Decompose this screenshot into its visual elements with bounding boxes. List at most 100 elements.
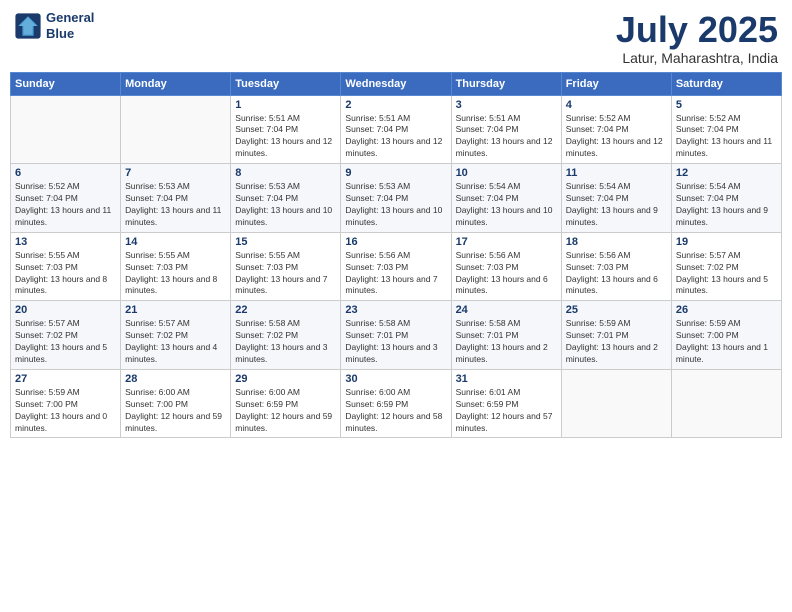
calendar-cell: 31 Sunrise: 6:01 AM Sunset: 6:59 PM Dayli… — [451, 369, 561, 438]
calendar-cell: 28Sunrise: 6:00 AM Sunset: 7:00 PM Dayli… — [121, 369, 231, 438]
day-info: Sunrise: 5:58 AM Sunset: 7:01 PM Dayligh… — [345, 318, 446, 366]
logo-text: General Blue — [46, 10, 94, 41]
day-info: Sunrise: 5:53 AM Sunset: 7:04 PM Dayligh… — [235, 181, 336, 229]
day-number: 15 — [235, 236, 336, 248]
day-number: 14 — [125, 236, 226, 248]
day-number: 25 — [566, 304, 667, 316]
title-section: July 2025 Latur, Maharashtra, India — [616, 10, 778, 66]
day-number: 5 — [676, 99, 777, 111]
weekday-header-saturday: Saturday — [671, 72, 781, 95]
calendar-cell — [561, 369, 671, 438]
day-number: 22 — [235, 304, 336, 316]
day-info: Sunrise: 5:53 AM Sunset: 7:04 PM Dayligh… — [345, 181, 446, 229]
day-info: Sunrise: 5:54 AM Sunset: 7:04 PM Dayligh… — [676, 181, 777, 229]
day-number: 10 — [456, 167, 557, 179]
day-info: Sunrise: 5:51 AM Sunset: 7:04 PM Dayligh… — [235, 113, 336, 161]
calendar-week-row: 13 Sunrise: 5:55 AM Sunset: 7:03 PM Dayli… — [11, 232, 782, 301]
day-number: 13 — [15, 236, 116, 248]
calendar-cell: 19 Sunrise: 5:57 AM Sunset: 7:02 PM Dayli… — [671, 232, 781, 301]
day-number: 8 — [235, 167, 336, 179]
day-info: Sunrise: 5:57 AM Sunset: 7:02 PM Dayligh… — [125, 318, 226, 366]
day-info: Sunrise: 5:59 AM Sunset: 7:00 PM Dayligh… — [15, 387, 116, 435]
day-info: Sunrise: 6:01 AM Sunset: 6:59 PM Dayligh… — [456, 387, 557, 435]
weekday-header-tuesday: Tuesday — [231, 72, 341, 95]
day-info: Sunrise: 5:55 AM Sunset: 7:03 PM Dayligh… — [125, 250, 226, 298]
logo-icon — [14, 12, 42, 40]
day-number: 9 — [345, 167, 446, 179]
location: Latur, Maharashtra, India — [616, 50, 778, 66]
calendar-cell: 10 Sunrise: 5:54 AM Sunset: 7:04 PM Dayli… — [451, 164, 561, 233]
calendar-cell: 29Sunrise: 6:00 AM Sunset: 6:59 PM Dayli… — [231, 369, 341, 438]
day-number: 31 — [456, 373, 557, 385]
day-number: 26 — [676, 304, 777, 316]
day-info: Sunrise: 5:55 AM Sunset: 7:03 PM Dayligh… — [235, 250, 336, 298]
day-number: 28 — [125, 373, 226, 385]
weekday-header-friday: Friday — [561, 72, 671, 95]
day-info: Sunrise: 5:52 AM Sunset: 7:04 PM Dayligh… — [676, 113, 777, 161]
calendar-cell: 12 Sunrise: 5:54 AM Sunset: 7:04 PM Dayli… — [671, 164, 781, 233]
calendar-cell: 1 Sunrise: 5:51 AM Sunset: 7:04 PM Daylig… — [231, 95, 341, 164]
day-info: Sunrise: 5:52 AM Sunset: 7:04 PM Dayligh… — [15, 181, 116, 229]
calendar-cell — [121, 95, 231, 164]
day-info: Sunrise: 5:54 AM Sunset: 7:04 PM Dayligh… — [456, 181, 557, 229]
calendar-cell: 2Sunrise: 5:51 AM Sunset: 7:04 PM Daylig… — [341, 95, 451, 164]
month-title: July 2025 — [616, 10, 778, 50]
day-info: Sunrise: 5:51 AM Sunset: 7:04 PM Dayligh… — [456, 113, 557, 161]
weekday-header-sunday: Sunday — [11, 72, 121, 95]
calendar-cell: 26 Sunrise: 5:59 AM Sunset: 7:00 PM Dayli… — [671, 301, 781, 370]
weekday-header-row: SundayMondayTuesdayWednesdayThursdayFrid… — [11, 72, 782, 95]
day-number: 19 — [676, 236, 777, 248]
calendar-cell: 30Sunrise: 6:00 AM Sunset: 6:59 PM Dayli… — [341, 369, 451, 438]
calendar-cell: 4Sunrise: 5:52 AM Sunset: 7:04 PM Daylig… — [561, 95, 671, 164]
weekday-header-monday: Monday — [121, 72, 231, 95]
calendar-cell: 27 Sunrise: 5:59 AM Sunset: 7:00 PM Dayli… — [11, 369, 121, 438]
weekday-header-wednesday: Wednesday — [341, 72, 451, 95]
calendar-cell: 22 Sunrise: 5:58 AM Sunset: 7:02 PM Dayli… — [231, 301, 341, 370]
day-number: 18 — [566, 236, 667, 248]
day-number: 20 — [15, 304, 116, 316]
day-info: Sunrise: 6:00 AM Sunset: 6:59 PM Dayligh… — [235, 387, 336, 435]
day-info: Sunrise: 5:51 AM Sunset: 7:04 PM Dayligh… — [345, 113, 446, 161]
calendar-cell: 6 Sunrise: 5:52 AM Sunset: 7:04 PM Daylig… — [11, 164, 121, 233]
day-info: Sunrise: 5:58 AM Sunset: 7:01 PM Dayligh… — [456, 318, 557, 366]
calendar-cell: 24Sunrise: 5:58 AM Sunset: 7:01 PM Dayli… — [451, 301, 561, 370]
day-info: Sunrise: 5:55 AM Sunset: 7:03 PM Dayligh… — [15, 250, 116, 298]
day-number: 21 — [125, 304, 226, 316]
calendar-cell: 14 Sunrise: 5:55 AM Sunset: 7:03 PM Dayli… — [121, 232, 231, 301]
day-number: 12 — [676, 167, 777, 179]
calendar-week-row: 20 Sunrise: 5:57 AM Sunset: 7:02 PM Dayli… — [11, 301, 782, 370]
day-number: 6 — [15, 167, 116, 179]
day-number: 23 — [345, 304, 446, 316]
day-info: Sunrise: 5:56 AM Sunset: 7:03 PM Dayligh… — [566, 250, 667, 298]
weekday-header-thursday: Thursday — [451, 72, 561, 95]
calendar-cell: 15 Sunrise: 5:55 AM Sunset: 7:03 PM Dayli… — [231, 232, 341, 301]
day-number: 16 — [345, 236, 446, 248]
calendar-cell: 9 Sunrise: 5:53 AM Sunset: 7:04 PM Daylig… — [341, 164, 451, 233]
day-info: Sunrise: 5:59 AM Sunset: 7:00 PM Dayligh… — [676, 318, 777, 366]
calendar-cell: 16Sunrise: 5:56 AM Sunset: 7:03 PM Dayli… — [341, 232, 451, 301]
calendar-cell: 11 Sunrise: 5:54 AM Sunset: 7:04 PM Dayli… — [561, 164, 671, 233]
calendar-week-row: 6 Sunrise: 5:52 AM Sunset: 7:04 PM Daylig… — [11, 164, 782, 233]
day-number: 27 — [15, 373, 116, 385]
calendar-cell: 3Sunrise: 5:51 AM Sunset: 7:04 PM Daylig… — [451, 95, 561, 164]
day-info: Sunrise: 5:57 AM Sunset: 7:02 PM Dayligh… — [15, 318, 116, 366]
calendar-cell: 18 Sunrise: 5:56 AM Sunset: 7:03 PM Dayli… — [561, 232, 671, 301]
day-info: Sunrise: 5:54 AM Sunset: 7:04 PM Dayligh… — [566, 181, 667, 229]
calendar-cell — [11, 95, 121, 164]
day-info: Sunrise: 5:56 AM Sunset: 7:03 PM Dayligh… — [456, 250, 557, 298]
calendar-week-row: 27 Sunrise: 5:59 AM Sunset: 7:00 PM Dayli… — [11, 369, 782, 438]
day-info: Sunrise: 5:58 AM Sunset: 7:02 PM Dayligh… — [235, 318, 336, 366]
calendar-cell — [671, 369, 781, 438]
logo: General Blue — [14, 10, 94, 41]
day-number: 1 — [235, 99, 336, 111]
day-info: Sunrise: 5:52 AM Sunset: 7:04 PM Dayligh… — [566, 113, 667, 161]
day-number: 11 — [566, 167, 667, 179]
day-number: 17 — [456, 236, 557, 248]
day-info: Sunrise: 6:00 AM Sunset: 6:59 PM Dayligh… — [345, 387, 446, 435]
calendar-cell: 7Sunrise: 5:53 AM Sunset: 7:04 PM Daylig… — [121, 164, 231, 233]
calendar-table: SundayMondayTuesdayWednesdayThursdayFrid… — [10, 72, 782, 439]
day-info: Sunrise: 5:57 AM Sunset: 7:02 PM Dayligh… — [676, 250, 777, 298]
day-info: Sunrise: 5:59 AM Sunset: 7:01 PM Dayligh… — [566, 318, 667, 366]
page-header: General Blue July 2025 Latur, Maharashtr… — [10, 10, 782, 66]
calendar-cell: 20 Sunrise: 5:57 AM Sunset: 7:02 PM Dayli… — [11, 301, 121, 370]
